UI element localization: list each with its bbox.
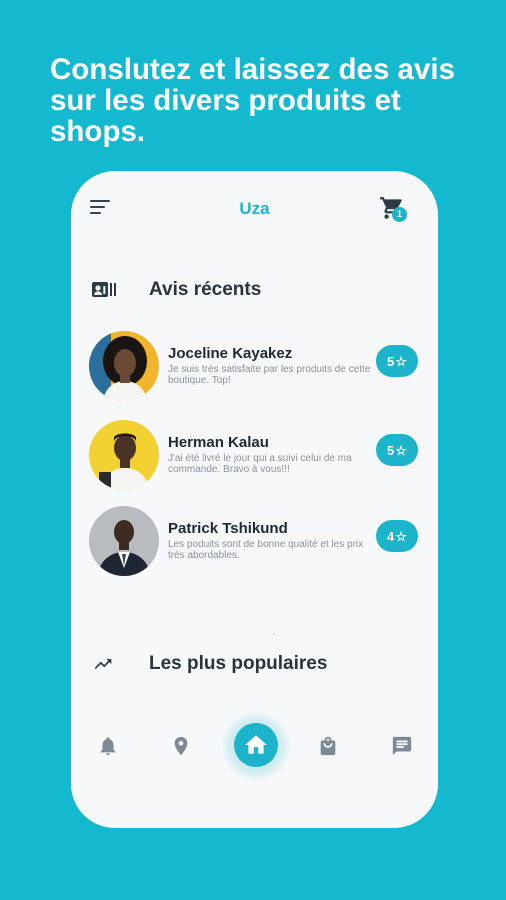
- review-text: Je suis très satisfaite par les produits…: [168, 364, 371, 386]
- avatar: [89, 506, 159, 576]
- star-icon: ☆: [395, 353, 407, 369]
- chat-message-icon[interactable]: [391, 735, 415, 759]
- recent-reviews-header: Avis récents: [91, 277, 421, 303]
- shopping-bag-icon[interactable]: [317, 735, 341, 759]
- review-text: J'ai été livré le jour qui a suivi celui…: [168, 453, 352, 475]
- contact-card-icon: [92, 282, 116, 297]
- reviewer-name: Herman Kalau: [168, 434, 269, 451]
- rating-value: 5: [387, 353, 395, 369]
- review-item[interactable]: Herman Kalau J'ai été livré le jour qui …: [89, 420, 429, 492]
- rating-badge: 5 ☆: [376, 434, 418, 466]
- rating-value: 4: [387, 528, 395, 544]
- promo-headline: Conslutez et laissez des avis sur les di…: [50, 53, 455, 148]
- phone-screen: Uza 1 Avis récents Joceline Kayakez Je s…: [71, 171, 438, 828]
- cart-button[interactable]: 1: [379, 195, 413, 225]
- avatar: [89, 420, 159, 490]
- rating-badge: 5 ☆: [376, 345, 418, 377]
- home-icon: [245, 735, 267, 754]
- rating-value: 5: [387, 442, 395, 458]
- divider-dot: [273, 633, 275, 635]
- popular-title: Les plus populaires: [149, 653, 328, 674]
- review-item[interactable]: Joceline Kayakez Je suis très satisfaite…: [89, 331, 429, 403]
- cart-count-badge: 1: [392, 207, 407, 222]
- reviewer-name: Joceline Kayakez: [168, 345, 293, 362]
- home-button[interactable]: [234, 723, 278, 767]
- reviewer-name: Patrick Tshikund: [168, 520, 288, 537]
- star-icon: ☆: [395, 528, 407, 544]
- star-icon: ☆: [395, 442, 407, 458]
- popular-header: Les plus populaires: [91, 651, 421, 677]
- review-item[interactable]: Patrick Tshikund Les poduits sont de bon…: [89, 506, 429, 578]
- rating-badge: 4 ☆: [376, 520, 418, 552]
- bell-icon[interactable]: [97, 735, 121, 759]
- recent-reviews-title: Avis récents: [149, 279, 262, 300]
- location-pin-icon[interactable]: [170, 735, 194, 759]
- avatar: [89, 331, 159, 401]
- trending-up-icon: [94, 659, 112, 669]
- bottom-navigation: [71, 711, 438, 791]
- review-text: Les poduits sont de bonne qualité et les…: [168, 539, 364, 561]
